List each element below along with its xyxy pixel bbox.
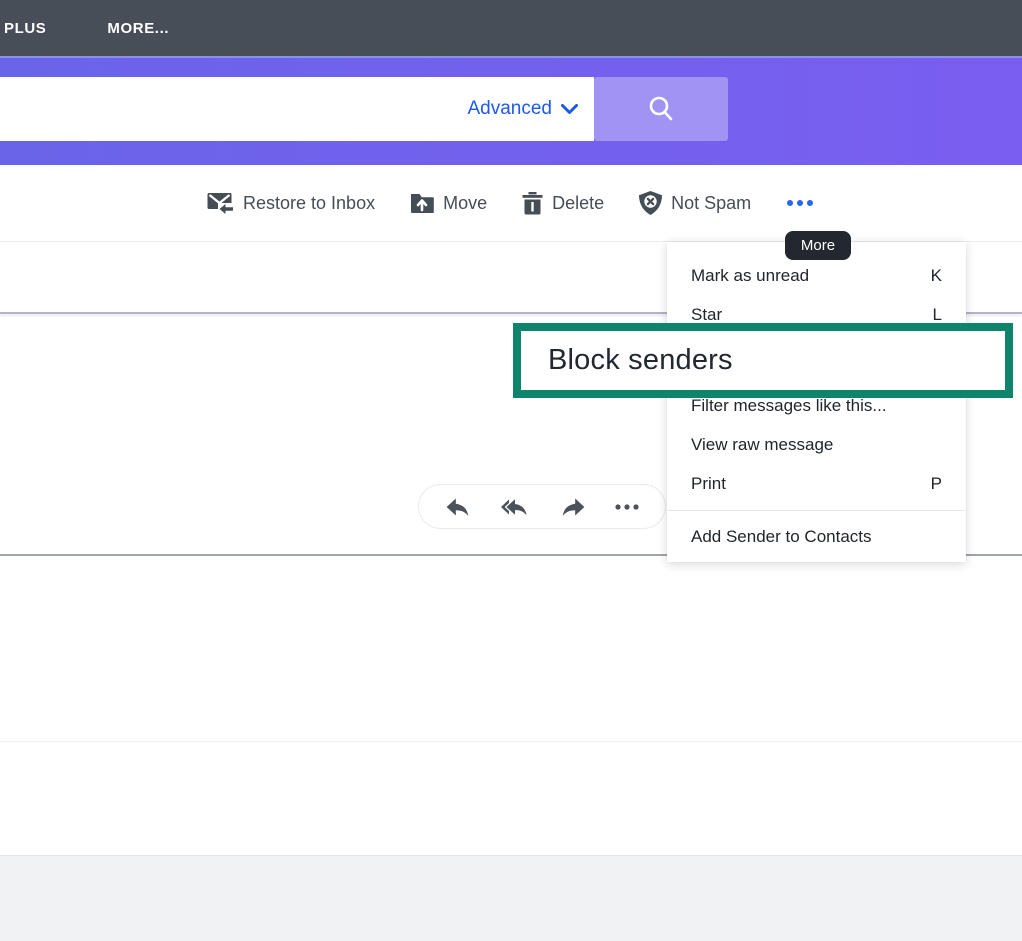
nav-item-plus[interactable]: PLUS [4,20,46,37]
restore-to-inbox-label: Restore to Inbox [243,193,375,214]
menu-item-label: Star [691,305,722,325]
more-horizontal-icon [786,199,814,207]
restore-to-inbox-button[interactable]: Restore to Inbox [207,192,375,215]
menu-shortcut: P [931,474,942,494]
move-label: Move [443,193,487,214]
reply-all-button[interactable] [500,496,530,518]
message-actions-pill [418,484,666,529]
delete-button[interactable]: Delete [522,192,604,215]
search-icon [645,93,677,125]
not-spam-button[interactable]: Not Spam [639,191,751,215]
menu-item-add-sender-to-contacts[interactable]: Add Sender to Contacts [667,517,966,556]
annotation-label: Block senders [548,344,733,377]
top-nav-bar: PLUS MORE... [0,0,1022,58]
trash-icon [522,192,543,215]
menu-item-view-raw-message[interactable]: View raw message [667,425,966,464]
menu-item-label: Mark as unread [691,266,809,286]
menu-item-label: Add Sender to Contacts [691,527,872,547]
nav-item-more[interactable]: MORE... [107,20,169,37]
message-toolbar: Restore to Inbox Move Delete [0,165,1022,242]
mail-app-screen: PLUS MORE... Advanced [0,0,1022,941]
menu-divider [667,510,966,511]
more-horizontal-icon [615,504,639,510]
menu-item-print[interactable]: Print P [667,464,966,503]
tooltip-label: More [801,237,835,254]
move-folder-icon [410,192,434,214]
toolbar-more-button[interactable] [786,199,814,207]
not-spam-label: Not Spam [671,193,751,214]
more-tooltip: More [785,231,851,260]
more-actions-menu: Mark as unread K Star L Block senders Fi… [667,242,966,562]
search-band: Advanced [0,58,1022,165]
restore-to-inbox-icon [207,192,234,215]
forward-icon [560,496,586,518]
menu-item-label: Filter messages like this... [691,396,887,416]
search-button[interactable] [594,77,728,141]
shield-x-icon [639,191,662,215]
menu-item-mark-as-unread[interactable]: Mark as unread K [667,256,966,295]
footer-area [0,855,1022,941]
block-senders-annotation-box[interactable]: Block senders [513,323,1013,398]
reply-button[interactable] [445,496,471,518]
menu-item-label: View raw message [691,435,833,455]
search-input[interactable]: Advanced [0,77,594,141]
advanced-search-label: Advanced [467,98,552,120]
delete-label: Delete [552,193,604,214]
chevron-down-icon [561,104,578,115]
move-button[interactable]: Move [410,192,487,214]
pill-more-button[interactable] [615,504,639,510]
reply-icon [445,496,471,518]
reply-all-icon [500,496,530,518]
menu-shortcut: L [933,305,942,325]
menu-shortcut: K [931,266,942,286]
content-divider [0,741,1022,742]
advanced-search-toggle[interactable]: Advanced [467,98,578,120]
menu-item-label: Print [691,474,726,494]
forward-button[interactable] [560,496,586,518]
